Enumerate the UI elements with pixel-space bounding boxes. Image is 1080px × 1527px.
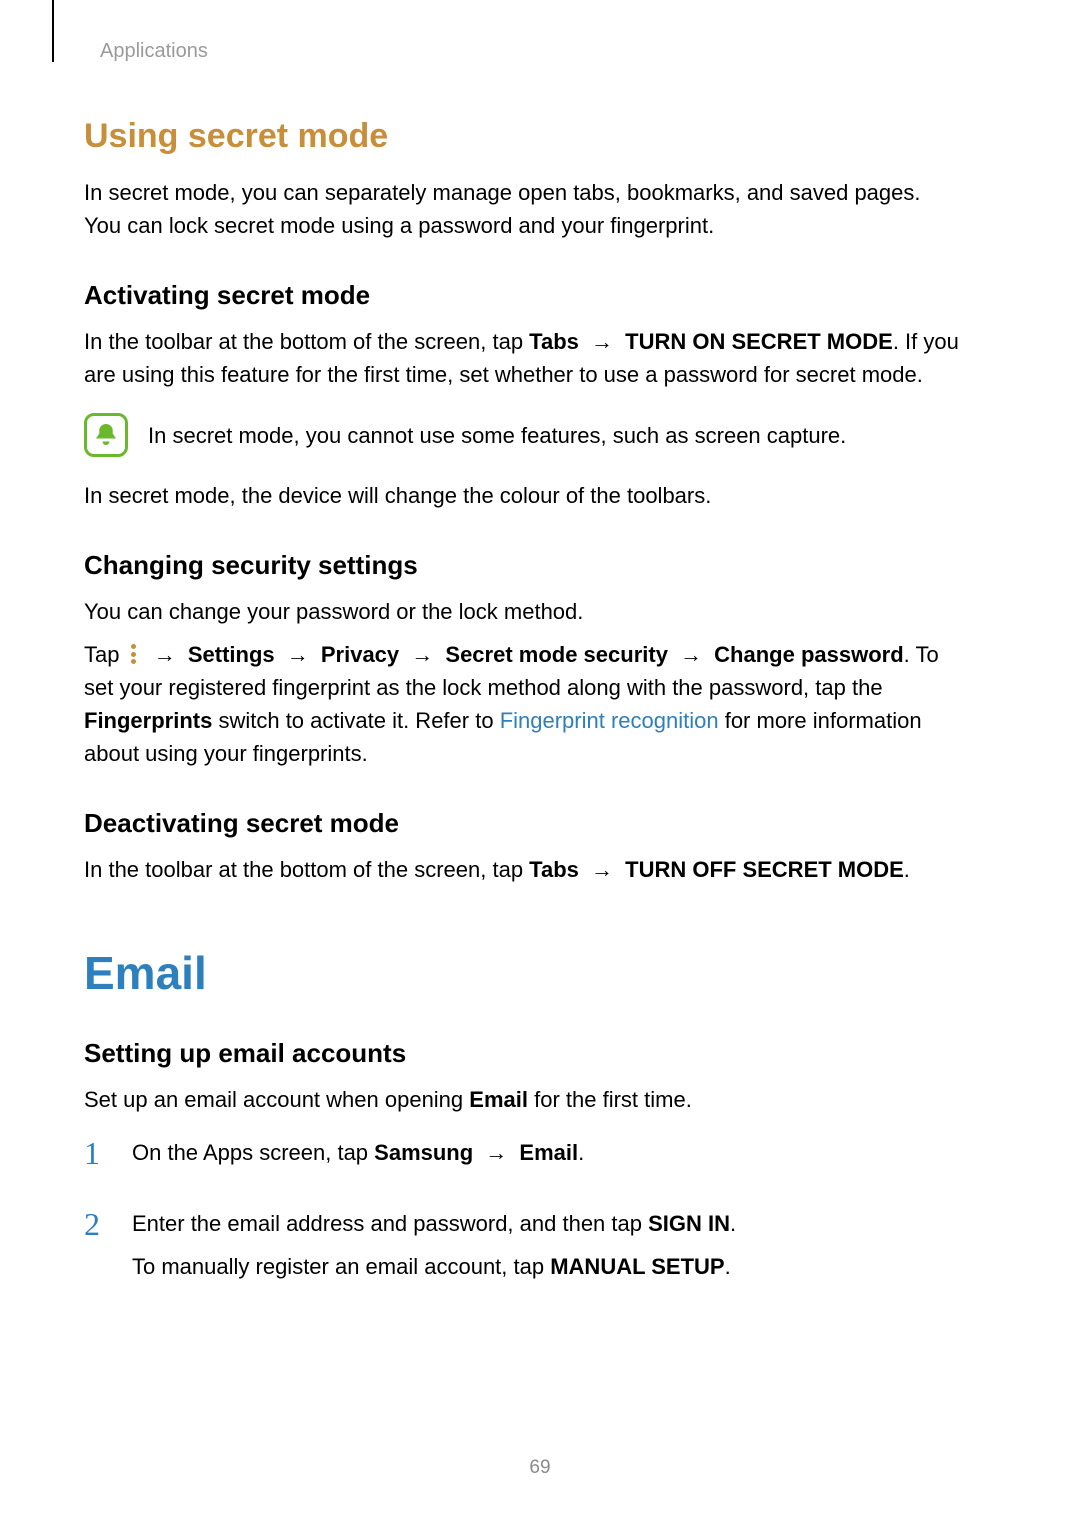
- arrow-icon: →: [585, 329, 619, 354]
- change-password-label: Change password: [714, 642, 903, 667]
- step-number: 2: [84, 1207, 112, 1293]
- heading-activating: Activating secret mode: [84, 280, 960, 311]
- page-number: 69: [0, 1457, 1080, 1479]
- text: .: [578, 1140, 584, 1165]
- text: .: [730, 1211, 736, 1236]
- text: Tap: [84, 642, 126, 667]
- activating-para-2: In secret mode, the device will change t…: [84, 479, 960, 512]
- samsung-label: Samsung: [374, 1140, 473, 1165]
- heading-setting-up-email: Setting up email accounts: [84, 1038, 960, 1069]
- text: Set up an email account when opening: [84, 1087, 469, 1112]
- step-text: To manually register an email account, t…: [132, 1250, 736, 1283]
- heading-email: Email: [84, 946, 960, 1000]
- step-1: 1 On the Apps screen, tap Samsung → Emai…: [84, 1136, 960, 1179]
- step-number: 1: [84, 1136, 112, 1179]
- arrow-icon: →: [585, 857, 619, 882]
- intro-para: In secret mode, you can separately manag…: [84, 176, 960, 242]
- deactivating-para: In the toolbar at the bottom of the scre…: [84, 853, 960, 886]
- step-2: 2 Enter the email address and password, …: [84, 1207, 960, 1293]
- email-intro-para: Set up an email account when opening Ema…: [84, 1083, 960, 1116]
- text: On the Apps screen, tap: [132, 1140, 374, 1165]
- privacy-label: Privacy: [321, 642, 399, 667]
- secret-mode-security-label: Secret mode security: [445, 642, 668, 667]
- turn-on-secret-mode-label: TURN ON SECRET MODE: [625, 329, 893, 354]
- heading-changing-security: Changing security settings: [84, 550, 960, 581]
- note-icon: [84, 413, 128, 457]
- text: .: [904, 857, 910, 882]
- note-callout: In secret mode, you cannot use some feat…: [84, 413, 960, 457]
- email-label: Email: [519, 1140, 578, 1165]
- arrow-icon: →: [479, 1140, 513, 1165]
- activating-para-1: In the toolbar at the bottom of the scre…: [84, 325, 960, 391]
- corner-rule: [52, 0, 54, 62]
- more-options-icon: [130, 643, 138, 665]
- tabs-label: Tabs: [529, 857, 579, 882]
- note-text: In secret mode, you cannot use some feat…: [148, 419, 846, 452]
- arrow-icon: →: [405, 642, 439, 667]
- step-body: On the Apps screen, tap Samsung → Email.: [132, 1136, 584, 1179]
- sign-in-label: SIGN IN: [648, 1211, 730, 1236]
- manual-setup-label: MANUAL SETUP: [550, 1254, 724, 1279]
- heading-using-secret-mode: Using secret mode: [84, 117, 960, 156]
- arrow-icon: →: [148, 642, 182, 667]
- text: In the toolbar at the bottom of the scre…: [84, 857, 529, 882]
- step-body: Enter the email address and password, an…: [132, 1207, 736, 1293]
- heading-deactivating: Deactivating secret mode: [84, 808, 960, 839]
- bell-icon: [93, 422, 119, 448]
- settings-label: Settings: [188, 642, 275, 667]
- tabs-label: Tabs: [529, 329, 579, 354]
- changing-para-1: You can change your password or the lock…: [84, 595, 960, 628]
- step-text: On the Apps screen, tap Samsung → Email.: [132, 1136, 584, 1169]
- text: To manually register an email account, t…: [132, 1254, 550, 1279]
- text: Enter the email address and password, an…: [132, 1211, 648, 1236]
- text: switch to activate it. Refer to: [212, 708, 499, 733]
- fingerprint-recognition-link[interactable]: Fingerprint recognition: [500, 708, 719, 733]
- text: In the toolbar at the bottom of the scre…: [84, 329, 529, 354]
- steps-list: 1 On the Apps screen, tap Samsung → Emai…: [84, 1136, 960, 1293]
- text: for the first time.: [528, 1087, 692, 1112]
- arrow-icon: →: [281, 642, 315, 667]
- text: .: [725, 1254, 731, 1279]
- arrow-icon: →: [674, 642, 708, 667]
- email-label: Email: [469, 1087, 528, 1112]
- step-text: Enter the email address and password, an…: [132, 1207, 736, 1240]
- changing-para-2: Tap → Settings → Privacy → Secret mode s…: [84, 638, 960, 770]
- turn-off-secret-mode-label: TURN OFF SECRET MODE: [625, 857, 904, 882]
- fingerprints-label: Fingerprints: [84, 708, 212, 733]
- manual-page: Applications Using secret mode In secret…: [0, 0, 1080, 1527]
- breadcrumb: Applications: [100, 40, 960, 63]
